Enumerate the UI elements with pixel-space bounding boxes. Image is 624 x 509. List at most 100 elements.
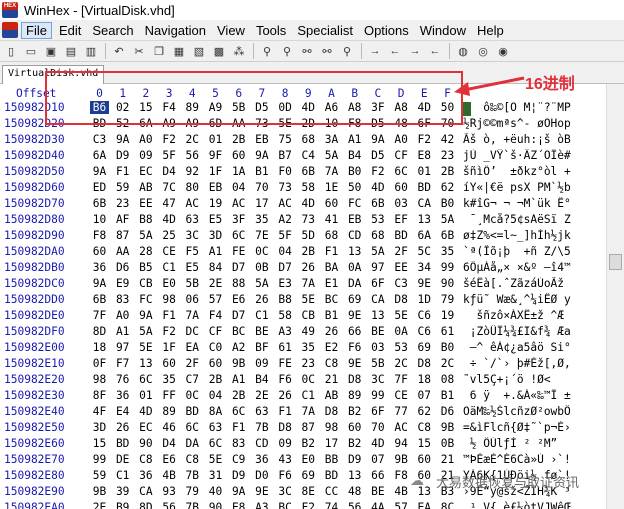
hex-byte[interactable]: 07 bbox=[415, 389, 434, 402]
hex-byte[interactable]: E8 bbox=[229, 501, 248, 509]
hex-byte[interactable]: C0 bbox=[206, 341, 225, 354]
hex-byte[interactable]: 97 bbox=[368, 261, 387, 274]
hex-byte[interactable]: 9E bbox=[345, 357, 364, 370]
hex-byte[interactable]: 5B bbox=[368, 357, 387, 370]
hex-byte[interactable]: E6 bbox=[229, 293, 248, 306]
hex-byte[interactable]: C8 bbox=[415, 421, 434, 434]
hex-byte[interactable]: 39 bbox=[113, 485, 132, 498]
hex-byte[interactable]: 57 bbox=[206, 293, 225, 306]
hex-byte[interactable]: 49 bbox=[299, 325, 318, 338]
hex-byte[interactable]: BC bbox=[276, 501, 295, 509]
ascii-text[interactable]: ¡ZòÜÏ¼¾£I&f¾ Æa bbox=[463, 325, 603, 338]
hex-byte[interactable]: 4D bbox=[368, 437, 387, 450]
paste-icon[interactable]: ▦ bbox=[171, 43, 187, 59]
hex-byte[interactable]: 8F bbox=[90, 389, 109, 402]
hex-byte[interactable]: CD bbox=[252, 437, 271, 450]
hex-byte[interactable]: F6 bbox=[345, 341, 364, 354]
hex-byte[interactable]: 3A bbox=[322, 133, 341, 146]
hex-byte[interactable]: 5A bbox=[438, 213, 457, 226]
hex-byte[interactable]: 0F bbox=[90, 357, 109, 370]
hex-byte[interactable]: 5A bbox=[136, 229, 155, 242]
hex-byte[interactable]: 41 bbox=[322, 213, 341, 226]
hex-byte[interactable]: BE bbox=[252, 325, 271, 338]
hex-byte[interactable]: 21 bbox=[322, 373, 341, 386]
hex-byte[interactable]: 99 bbox=[368, 389, 387, 402]
hex-byte[interactable]: 88 bbox=[229, 277, 248, 290]
hex-byte[interactable]: 17 bbox=[322, 437, 341, 450]
hex-byte[interactable]: FE bbox=[276, 357, 295, 370]
hex-byte[interactable]: CC bbox=[322, 485, 341, 498]
copy-icon[interactable]: ❐ bbox=[151, 43, 167, 59]
hex-byte[interactable]: 8A bbox=[206, 405, 225, 418]
ascii-text[interactable]: ½Rj©©mªs^- øÕHop bbox=[463, 117, 603, 130]
hex-byte[interactable]: A1 bbox=[229, 373, 248, 386]
hex-byte[interactable]: A0 bbox=[392, 133, 411, 146]
hex-byte[interactable]: BA bbox=[322, 261, 341, 274]
hex-byte[interactable]: 47 bbox=[160, 197, 179, 210]
hex-byte[interactable]: A2 bbox=[229, 341, 248, 354]
hex-byte[interactable]: 8D bbox=[90, 325, 109, 338]
hex-byte[interactable]: 3C bbox=[368, 373, 387, 386]
hex-byte[interactable]: BD bbox=[183, 405, 202, 418]
hex-byte[interactable]: F8 bbox=[90, 229, 109, 242]
hex-byte[interactable]: 5A bbox=[136, 325, 155, 338]
hex-byte[interactable]: DA bbox=[183, 437, 202, 450]
find-next-icon[interactable]: ⚲ bbox=[339, 43, 355, 59]
hex-byte[interactable]: 21 bbox=[438, 453, 457, 466]
hex-byte[interactable]: 3D bbox=[90, 421, 109, 434]
hex-byte[interactable]: B7 bbox=[276, 149, 295, 162]
hex-byte[interactable]: D8 bbox=[276, 421, 295, 434]
menu-specialist[interactable]: Specialist bbox=[293, 23, 357, 38]
hex-byte[interactable]: 25 bbox=[160, 229, 179, 242]
hex-byte[interactable]: 50 bbox=[345, 181, 364, 194]
hex-byte[interactable]: 61 bbox=[276, 341, 295, 354]
hex-byte[interactable]: 2E bbox=[206, 277, 225, 290]
hex-byte[interactable]: E8 bbox=[415, 149, 434, 162]
hex-byte[interactable]: 36 bbox=[136, 469, 155, 482]
vertical-scrollbar[interactable] bbox=[606, 84, 624, 509]
forward-arrow-icon[interactable]: → bbox=[407, 43, 423, 59]
hex-byte[interactable]: 01 bbox=[206, 133, 225, 146]
hex-byte[interactable]: 09 bbox=[252, 357, 271, 370]
hex-byte[interactable]: 3C bbox=[183, 229, 202, 242]
ascii-text[interactable]: OäM‰½ŠlcñzØ²owbÖ bbox=[463, 405, 603, 418]
hex-byte[interactable]: 60 bbox=[90, 245, 109, 258]
hex-byte[interactable]: 7A bbox=[322, 165, 341, 178]
hex-byte[interactable]: E0 bbox=[299, 453, 318, 466]
back-arrow-icon[interactable]: ← bbox=[387, 43, 403, 59]
hex-byte[interactable]: C9 bbox=[229, 453, 248, 466]
hex-byte[interactable]: 83 bbox=[113, 293, 132, 306]
hex-byte[interactable]: BC bbox=[322, 293, 341, 306]
hex-byte[interactable]: 36 bbox=[90, 261, 109, 274]
ascii-text[interactable]: šñzô×ÁXË±ž ^Æ bbox=[463, 309, 603, 322]
hex-byte[interactable]: E6 bbox=[160, 453, 179, 466]
hex-byte[interactable]: 0C bbox=[252, 245, 271, 258]
open-file-icon[interactable]: ▭ bbox=[23, 43, 39, 59]
hex-byte[interactable]: 23 bbox=[299, 357, 318, 370]
replace-hex-icon[interactable]: ⚯ bbox=[319, 43, 335, 59]
hex-byte[interactable]: 35 bbox=[252, 213, 271, 226]
hex-byte[interactable]: C3 bbox=[90, 133, 109, 146]
hex-byte[interactable]: E5 bbox=[183, 261, 202, 274]
hex-byte[interactable]: 1A bbox=[229, 165, 248, 178]
hex-byte[interactable]: 1F bbox=[160, 341, 179, 354]
hex-byte[interactable]: 1E bbox=[322, 181, 341, 194]
hex-byte[interactable]: 2B bbox=[438, 165, 457, 178]
ascii-text[interactable]: šñìÔ’ ±ðkz°òl + bbox=[463, 165, 603, 178]
hex-byte[interactable]: 2E bbox=[90, 501, 109, 509]
hex-byte[interactable]: 60 bbox=[160, 357, 179, 370]
hex-byte[interactable]: FC bbox=[345, 197, 364, 210]
hex-byte[interactable]: F5 bbox=[183, 245, 202, 258]
hex-byte[interactable]: 61 bbox=[438, 325, 457, 338]
hex-byte[interactable]: B4 bbox=[252, 373, 271, 386]
hex-byte[interactable]: 42 bbox=[438, 133, 457, 146]
hex-byte[interactable]: 8D bbox=[136, 501, 155, 509]
hex-byte[interactable]: F4 bbox=[206, 309, 225, 322]
hex-byte[interactable]: 6C bbox=[229, 229, 248, 242]
hex-byte[interactable]: DC bbox=[183, 325, 202, 338]
ascii-text[interactable]: 6ÖµÁå„× ×&º —î4™ bbox=[463, 261, 603, 274]
hex-byte[interactable]: D9 bbox=[229, 469, 248, 482]
hex-byte[interactable]: 13 bbox=[136, 357, 155, 370]
hex-byte[interactable]: A3 bbox=[276, 325, 295, 338]
hex-byte[interactable]: AC bbox=[229, 197, 248, 210]
